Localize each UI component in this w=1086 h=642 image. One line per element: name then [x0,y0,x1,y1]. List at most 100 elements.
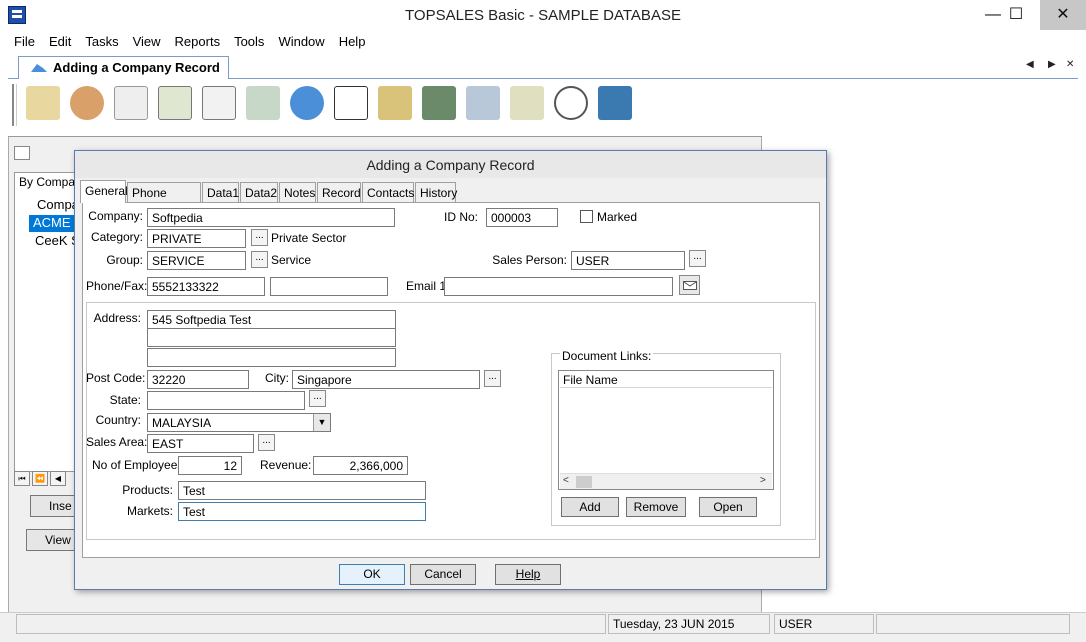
open-document-button[interactable]: Open [699,497,757,517]
company-field[interactable]: Softpedia [147,208,395,227]
document-links-label: Document Links: [560,349,654,363]
list-tab[interactable]: By Compa [19,175,75,189]
document-tab-strip: Adding a Company Record ◀ ▶ ✕ [8,55,1078,79]
prev-page-icon[interactable]: ⏪ [32,471,48,486]
category-label: Category: [90,230,143,244]
menu-reports[interactable]: Reports [168,31,228,53]
phone-icon[interactable] [246,86,280,120]
state-field[interactable] [147,391,305,410]
address-line2-field[interactable] [147,328,396,347]
menu-window[interactable]: Window [271,31,331,53]
menu-file[interactable]: File [0,31,42,53]
tab-data2[interactable]: Data2 [240,182,278,202]
tab-phone-email[interactable]: Phone /Email [127,182,201,214]
help-button[interactable]: Help [495,564,561,585]
email1-label: Email 1: [406,279,450,293]
document-tab[interactable]: Adding a Company Record [18,56,229,79]
scroll-right-icon[interactable]: > [760,475,766,486]
status-date: Tuesday, 23 JUN 2015 [608,614,770,634]
dialog-title: Adding a Company Record [75,151,826,178]
horizontal-scrollbar[interactable]: < > [560,473,772,489]
window-icon [14,146,30,160]
address-line3-field[interactable] [147,348,396,367]
scroll-thumb[interactable] [576,476,592,488]
tab-history[interactable]: History [415,182,457,202]
sales-area-lookup-button[interactable]: ... [258,434,275,451]
stock-icon[interactable] [466,86,500,120]
category-lookup-button[interactable]: ... [251,229,268,246]
group-lookup-button[interactable]: ... [251,251,268,268]
marked-checkbox[interactable] [580,210,593,223]
sales-area-field[interactable]: EAST [147,434,254,453]
group-field[interactable]: SERVICE [147,251,246,270]
markets-field[interactable]: Test [178,502,426,521]
menu-view[interactable]: View [126,31,168,53]
menu-tools[interactable]: Tools [227,31,271,53]
toolbar-grip[interactable] [12,84,17,126]
status-panel-main [16,614,606,634]
tab-data1[interactable]: Data1 [202,182,239,202]
bank-icon[interactable] [422,86,456,120]
document-links-list[interactable]: File Name < > [558,370,774,490]
add-document-button[interactable]: Add [561,497,619,517]
companies-icon[interactable] [26,86,60,120]
remove-document-button[interactable]: Remove [626,497,686,517]
contacts-icon[interactable] [70,86,104,120]
cash-register-icon[interactable] [378,86,412,120]
tasks-icon[interactable] [114,86,148,120]
group-label: Group: [106,253,143,267]
file-name-column-header[interactable]: File Name [560,372,772,388]
envelope-icon [683,281,697,290]
menu-help[interactable]: Help [332,31,373,53]
maximize-button[interactable]: ☐ [993,0,1039,30]
tab-contacts[interactable]: Contacts [362,182,414,202]
stopwatch-icon[interactable] [554,86,588,120]
internet-icon[interactable] [290,86,324,120]
sales-person-field[interactable]: USER [571,251,685,270]
products-field[interactable]: Test [178,481,426,500]
first-record-icon[interactable]: ⏮ [14,471,30,486]
tab-general[interactable]: General [80,180,128,203]
products-label: Products: [122,483,173,497]
tab-close-icon[interactable]: ✕ [1066,59,1074,70]
address-line1-field[interactable]: 545 Softpedia Test [147,310,396,329]
ok-button[interactable]: OK [339,564,405,585]
employees-field[interactable]: 12 [178,456,242,475]
chevron-down-icon[interactable]: ▼ [313,414,330,431]
city-lookup-button[interactable]: ... [484,370,501,387]
state-lookup-button[interactable]: ... [309,390,326,407]
sales-person-label: Sales Person: [492,253,567,267]
cancel-button[interactable]: Cancel [410,564,476,585]
fax-field[interactable] [270,277,388,296]
sales-person-lookup-button[interactable]: ... [689,250,706,267]
tab-prev-icon[interactable]: ◀ [1026,59,1034,70]
calculator-icon[interactable] [598,86,632,120]
menu-tasks[interactable]: Tasks [78,31,125,53]
revenue-field[interactable]: 2,366,000 [313,456,408,475]
prev-record-icon[interactable]: ◀ [50,471,66,486]
email1-field[interactable] [444,277,673,296]
sales-area-label: Sales Area: [86,435,148,449]
status-panel-extra [876,614,1070,634]
group-description: Service [271,253,312,267]
calendar-icon[interactable] [202,86,236,120]
city-field[interactable]: Singapore [292,370,480,389]
close-button[interactable]: ✕ [1040,0,1086,30]
fax-icon[interactable] [510,86,544,120]
tab-next-icon[interactable]: ▶ [1048,59,1056,70]
post-code-field[interactable]: 32220 [147,370,249,389]
tab-record[interactable]: Record [317,182,361,202]
phone-fax-label: Phone/Fax: [86,279,148,293]
menu-edit[interactable]: Edit [42,31,78,53]
id-no-field[interactable]: 000003 [486,208,558,227]
tab-notes[interactable]: Notes [279,182,316,202]
documents-icon[interactable] [158,86,192,120]
country-select[interactable]: MALAYSIA ▼ [147,413,331,432]
sales-icon[interactable] [334,86,368,120]
send-email-button[interactable] [679,275,700,295]
scroll-left-icon[interactable]: < [563,475,569,486]
markets-label: Markets: [126,504,173,518]
phone-field[interactable]: 5552133322 [147,277,265,296]
category-field[interactable]: PRIVATE [147,229,246,248]
menu-bar: File Edit Tasks View Reports Tools Window Help [0,31,1086,53]
